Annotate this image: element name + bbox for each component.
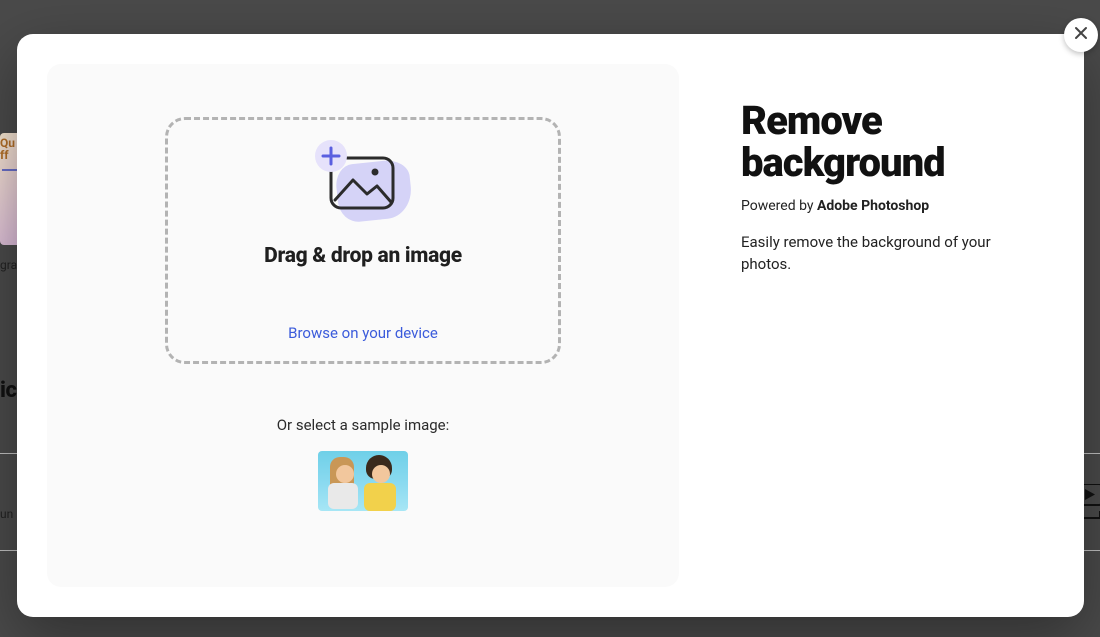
modal-description: Easily remove the background of your pho… [741, 232, 1041, 276]
sample-image-label: Or select a sample image: [47, 416, 679, 434]
dropzone[interactable]: Drag & drop an image Browse on your devi… [165, 117, 561, 364]
bg-section-heading: ic [0, 378, 16, 403]
powered-by-text: Powered by Adobe Photoshop [741, 198, 1041, 214]
close-icon [1073, 25, 1089, 45]
modal-title-line2: background [741, 139, 945, 186]
remove-background-modal: Drag & drop an image Browse on your devi… [17, 34, 1084, 617]
sample-image-thumbnail[interactable] [318, 451, 408, 511]
powered-by-prefix: Powered by [741, 198, 817, 214]
modal-title-line1: Remove [741, 97, 882, 144]
upload-panel: Drag & drop an image Browse on your devi… [47, 64, 679, 587]
modal-title: Remove background [741, 100, 1041, 184]
bg-card-label: gra [0, 258, 17, 272]
close-button[interactable] [1064, 18, 1098, 52]
dropzone-headline: Drag & drop an image [264, 244, 462, 268]
powered-by-brand: Adobe Photoshop [817, 198, 929, 214]
bg-footer-text: un [0, 507, 13, 521]
dropzone-illustration [315, 148, 411, 222]
browse-device-link[interactable]: Browse on your device [288, 324, 438, 342]
plus-icon [315, 140, 347, 172]
info-panel: Remove background Powered by Adobe Photo… [741, 100, 1041, 276]
